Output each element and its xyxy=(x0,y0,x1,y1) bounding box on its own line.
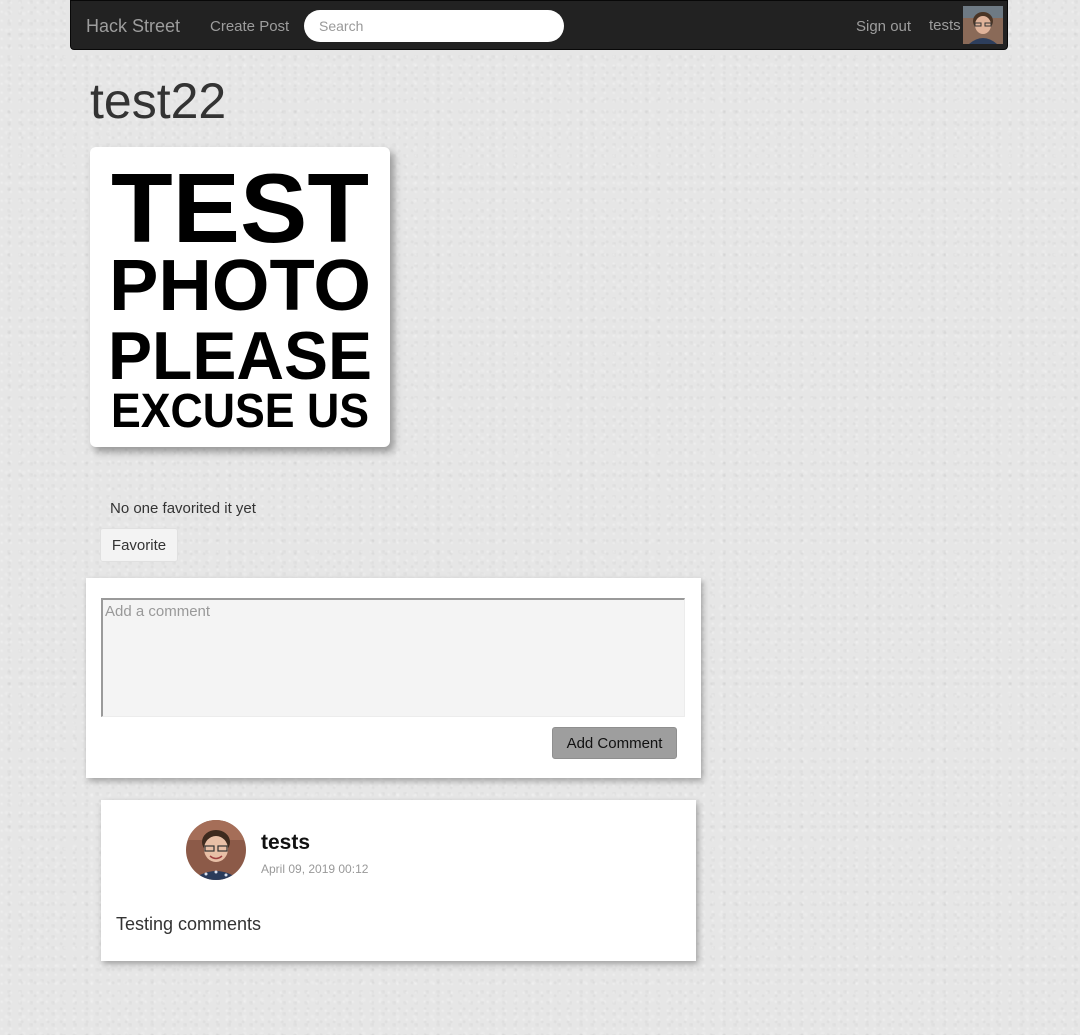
comment-input[interactable] xyxy=(101,598,685,717)
favorite-button[interactable]: Favorite xyxy=(100,528,178,562)
comment-author[interactable]: tests xyxy=(261,831,310,855)
comment-card: tests April 09, 2019 00:12 Testing comme… xyxy=(101,800,696,961)
image-line-4: EXCUSE US xyxy=(111,385,369,438)
navbar: Hack Street Create Post Sign out tests xyxy=(70,0,1008,50)
test-photo-graphic: TEST PHOTO PLEASE EXCUSE US xyxy=(108,153,372,438)
image-line-2: PHOTO xyxy=(109,246,371,326)
post-image: TEST PHOTO PLEASE EXCUSE US xyxy=(90,147,390,447)
comment-body: Testing comments xyxy=(116,914,262,934)
create-post-link[interactable]: Create Post xyxy=(210,18,289,35)
add-comment-button[interactable]: Add Comment xyxy=(552,727,677,759)
comment-date: April 09, 2019 00:12 xyxy=(261,862,369,876)
search-input[interactable] xyxy=(304,10,564,42)
comment-avatar[interactable] xyxy=(186,820,246,880)
nav-username: tests xyxy=(929,17,961,34)
sign-out-link[interactable]: Sign out xyxy=(856,18,911,35)
post-title: test22 xyxy=(90,73,227,129)
favorites-status: No one favorited it yet xyxy=(110,500,256,517)
comment-form: Add Comment xyxy=(86,578,701,778)
avatar[interactable] xyxy=(963,6,1003,44)
image-line-3: PLEASE xyxy=(108,318,372,394)
brand-link[interactable]: Hack Street xyxy=(86,16,180,37)
